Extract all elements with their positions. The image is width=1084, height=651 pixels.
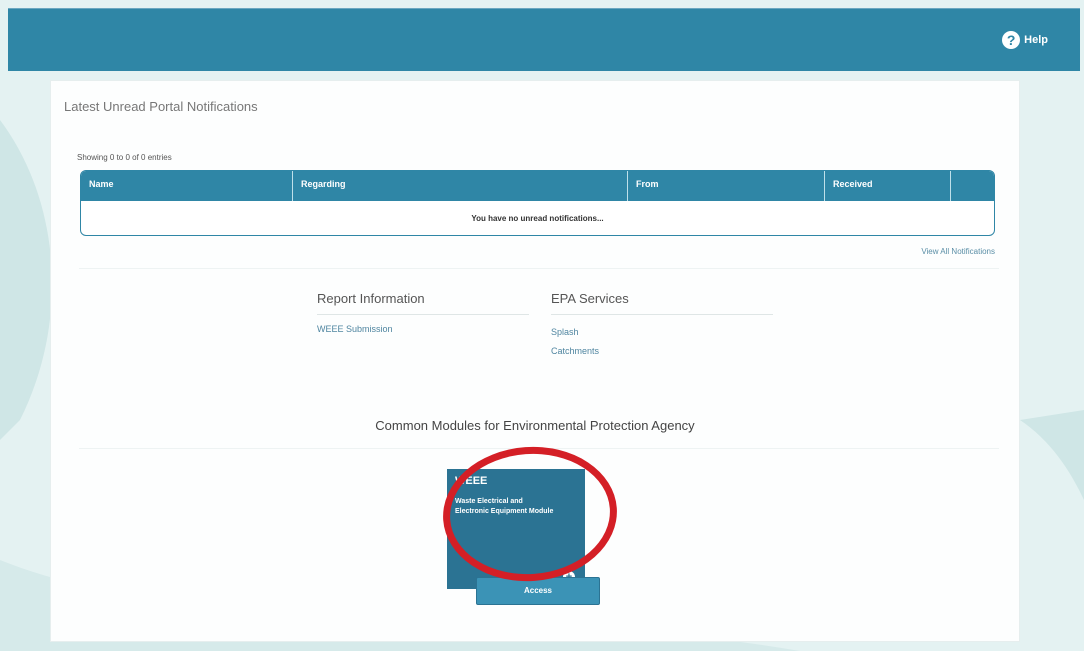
epa-services-heading: EPA Services bbox=[551, 291, 773, 315]
tile-description: Waste Electrical and Electronic Equipmen… bbox=[455, 498, 554, 515]
weee-submission-link[interactable]: WEEE Submission bbox=[317, 324, 393, 334]
empty-message: You have no unread notifications... bbox=[471, 213, 604, 223]
view-all-notifications-link[interactable]: View All Notifications bbox=[921, 247, 995, 256]
weee-module-tile[interactable]: WEEE Waste Electrical and Electronic Equ… bbox=[447, 469, 585, 589]
column-header-received[interactable]: Received bbox=[825, 171, 951, 201]
divider bbox=[79, 268, 999, 269]
column-header-name[interactable]: Name bbox=[81, 171, 293, 201]
divider bbox=[79, 448, 999, 449]
tile-title: WEEE bbox=[455, 475, 488, 487]
catchments-link[interactable]: Catchments bbox=[551, 346, 599, 356]
main-panel: Latest Unread Portal Notifications Showi… bbox=[50, 80, 1020, 642]
table-header: Name Regarding From Received bbox=[81, 171, 994, 201]
top-navigation-bar: ? Help bbox=[8, 8, 1080, 71]
column-header-extra bbox=[951, 171, 992, 201]
report-information-heading: Report Information bbox=[317, 291, 529, 315]
question-circle-icon: ? bbox=[1002, 31, 1021, 49]
page-title: Latest Unread Portal Notifications bbox=[64, 99, 258, 114]
modules-title: Common Modules for Environmental Protect… bbox=[375, 418, 695, 433]
notifications-table: Name Regarding From Received You have no… bbox=[80, 170, 995, 236]
access-button[interactable]: Access bbox=[476, 577, 600, 605]
help-label: Help bbox=[1024, 34, 1048, 46]
column-header-regarding[interactable]: Regarding bbox=[293, 171, 628, 201]
splash-link[interactable]: Splash bbox=[551, 327, 579, 337]
column-header-from[interactable]: From bbox=[628, 171, 825, 201]
help-button[interactable]: ? Help bbox=[1002, 31, 1048, 49]
entries-info: Showing 0 to 0 of 0 entries bbox=[77, 153, 172, 162]
